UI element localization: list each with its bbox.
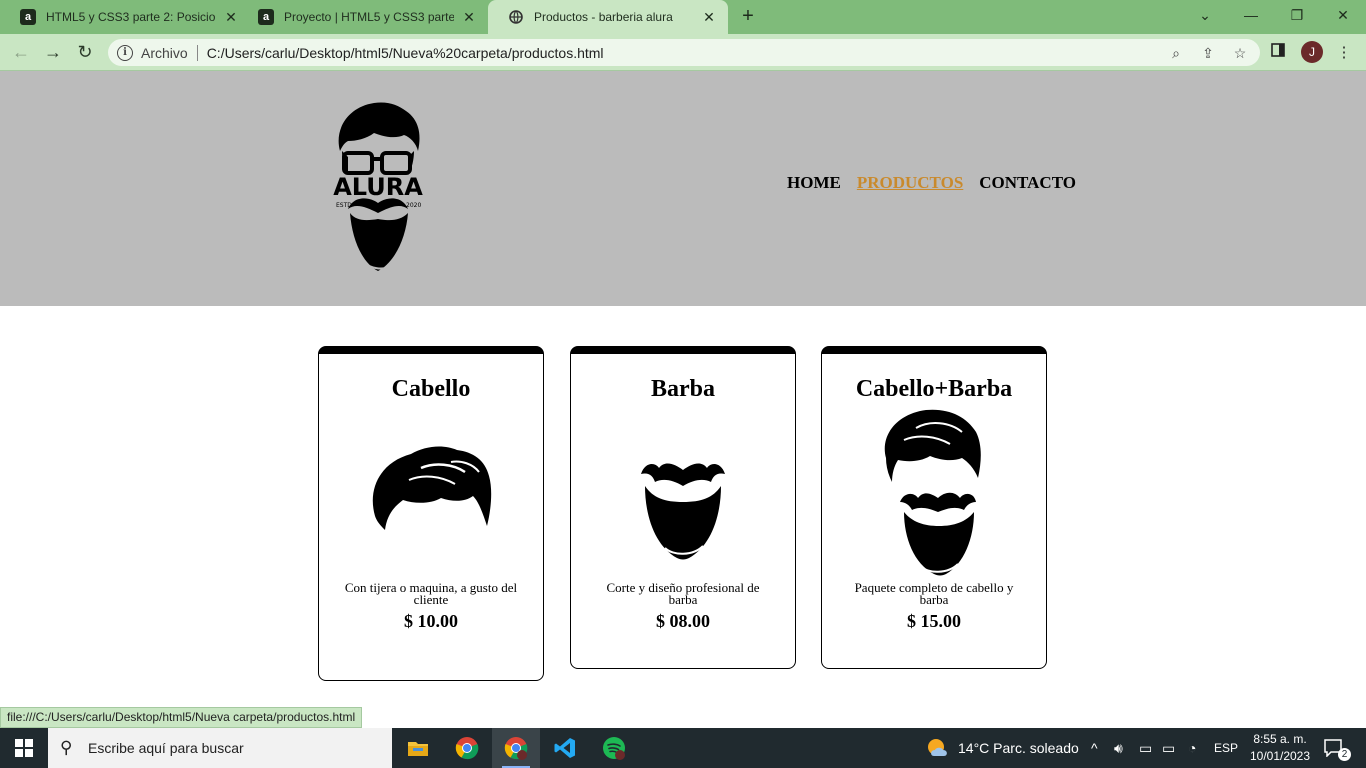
- beard-icon: [641, 463, 725, 560]
- product-description: Con tijera o maquina, a gusto del client…: [344, 580, 518, 607]
- tab-title: Proyecto | HTML5 y CSS3 parte 2:: [284, 10, 454, 24]
- share-icon[interactable]: ⇪: [1198, 45, 1218, 61]
- status-bar-url: file:///C:/Users/carlu/Desktop/html5/Nue…: [0, 707, 363, 728]
- globe-icon: [508, 9, 524, 25]
- logo-wordmark: ALURA: [333, 173, 423, 201]
- spotify-icon: [603, 737, 625, 760]
- speaker-icon[interactable]: 🔊︎: [1114, 728, 1123, 768]
- forward-button[interactable]: →: [40, 40, 66, 64]
- alura-barber-logo[interactable]: ALURA ESTD 2020: [326, 99, 430, 275]
- url-text[interactable]: C:/Users/carlu/Desktop/html5/Nueva%20car…: [207, 45, 604, 61]
- browser-toolbar: ← → ↻ i Archivo C:/Users/carlu/Desktop/h…: [0, 34, 1366, 71]
- windows-logo-icon: [15, 739, 33, 757]
- back-button[interactable]: ←: [8, 40, 34, 64]
- language-indicator[interactable]: ESP: [1214, 728, 1238, 768]
- scheme-label: Archivo: [141, 44, 188, 61]
- folder-icon: [408, 742, 428, 756]
- tab-proyecto-html5-css3[interactable]: a Proyecto | HTML5 y CSS3 parte 2: ✕: [238, 0, 488, 34]
- close-tab-icon[interactable]: ✕: [700, 8, 718, 26]
- nav-link-productos[interactable]: PRODUCTOS: [857, 173, 963, 193]
- nav-link-home[interactable]: HOME: [787, 173, 841, 193]
- search-placeholder: Escribe aquí para buscar: [88, 740, 244, 756]
- meet-now-icon[interactable]: ▭: [1139, 728, 1152, 768]
- search-icon: ⚲: [60, 738, 73, 757]
- nav-link-contacto[interactable]: CONTACTO: [979, 173, 1076, 193]
- clock-time: 8:55 a. m.: [1253, 732, 1307, 746]
- wifi-icon[interactable]: ◔: [1188, 728, 1196, 768]
- alura-favicon-icon: a: [20, 9, 36, 25]
- chrome-profile-app[interactable]: [492, 728, 540, 768]
- product-card-cabello-barba: Cabello+Barba Paquete completo de cabell…: [821, 346, 1047, 669]
- product-description: Corte y diseño profesional de barba: [606, 580, 760, 607]
- alura-favicon-icon: a: [258, 9, 274, 25]
- product-title: Cabello: [391, 376, 471, 402]
- file-explorer-app[interactable]: [394, 728, 442, 768]
- site-info-icon[interactable]: i: [117, 44, 133, 61]
- taskbar-search-box[interactable]: ⚲ Escribe aquí para buscar: [48, 728, 392, 768]
- site-header: ALURA ESTD 2020 HOME PRODUCTOS CONTACTO: [0, 71, 1366, 306]
- spotify-app[interactable]: [590, 728, 638, 768]
- close-tab-icon[interactable]: ✕: [460, 8, 478, 26]
- zoom-icon[interactable]: ⌕: [1166, 45, 1186, 61]
- address-bar[interactable]: i Archivo C:/Users/carlu/Desktop/html5/N…: [108, 39, 1260, 66]
- profile-avatar[interactable]: J: [1301, 41, 1323, 63]
- notification-count-badge: 2: [1338, 747, 1351, 761]
- tab-search-chevron-icon[interactable]: ⌄: [1182, 0, 1228, 30]
- chrome-icon: [455, 737, 479, 760]
- windows-taskbar: ⚲ Escribe aquí para buscar 14°C Parc. so…: [0, 728, 1366, 768]
- hair-icon: [372, 446, 492, 530]
- chrome-icon: [504, 737, 528, 760]
- vscode-app[interactable]: [541, 728, 589, 768]
- product-card-barba: Barba Corte y diseño profesional de barb…: [570, 346, 796, 669]
- bookmark-star-icon[interactable]: ☆: [1230, 45, 1250, 61]
- product-title: Barba: [650, 376, 715, 402]
- vscode-icon: [554, 738, 575, 758]
- product-price: $ 08.00: [656, 611, 710, 631]
- system-clock[interactable]: 8:55 a. m. 10/01/2023: [1240, 731, 1320, 765]
- new-tab-button[interactable]: +: [736, 6, 760, 28]
- logo-left-text: ESTD: [336, 202, 352, 209]
- windows-start-button[interactable]: [0, 728, 48, 768]
- product-card-cabello: Cabello Con tijera o maquina, a gusto de…: [318, 346, 544, 681]
- weather-text: 14°C Parc. soleado: [958, 740, 1079, 756]
- show-hidden-icons-chevron-icon[interactable]: ^: [1091, 728, 1098, 768]
- product-price: $ 10.00: [404, 611, 458, 631]
- weather-widget[interactable]: 14°C Parc. soleado: [926, 728, 1079, 768]
- tab-html5-css3-posicionamiento[interactable]: a HTML5 y CSS3 parte 2: Posiciona ✕: [0, 0, 250, 34]
- tab-strip: a HTML5 y CSS3 parte 2: Posiciona ✕ a Pr…: [0, 0, 1366, 34]
- hair-and-beard-icon: [884, 409, 981, 576]
- close-window-button[interactable]: ✕: [1320, 0, 1366, 30]
- reload-button[interactable]: ↻: [72, 40, 98, 64]
- clock-date: 10/01/2023: [1249, 749, 1311, 763]
- product-price: $ 15.00: [907, 611, 961, 631]
- chrome-app[interactable]: [443, 728, 491, 768]
- restore-button[interactable]: ❐: [1274, 0, 1320, 30]
- product-description: Paquete completo de cabello y barba: [854, 580, 1014, 607]
- partly-sunny-icon: [928, 739, 947, 756]
- battery-icon[interactable]: ▭: [1162, 728, 1175, 768]
- tab-title: Productos - barberia alura: [534, 10, 673, 24]
- main-nav: HOME PRODUCTOS CONTACTO: [787, 173, 1076, 193]
- product-title: Cabello+Barba: [855, 376, 1013, 402]
- chrome-menu-icon[interactable]: ⋮: [1334, 43, 1354, 63]
- tab-productos-barberia[interactable]: Productos - barberia alura ✕: [488, 0, 728, 34]
- side-panel-icon[interactable]: [1268, 43, 1288, 63]
- tab-title: HTML5 y CSS3 parte 2: Posiciona: [46, 10, 216, 24]
- notification-center-button[interactable]: 2: [1324, 728, 1351, 768]
- omnibox-divider: [196, 44, 198, 61]
- minimize-button[interactable]: —: [1228, 0, 1274, 30]
- logo-right-text: 2020: [406, 202, 421, 209]
